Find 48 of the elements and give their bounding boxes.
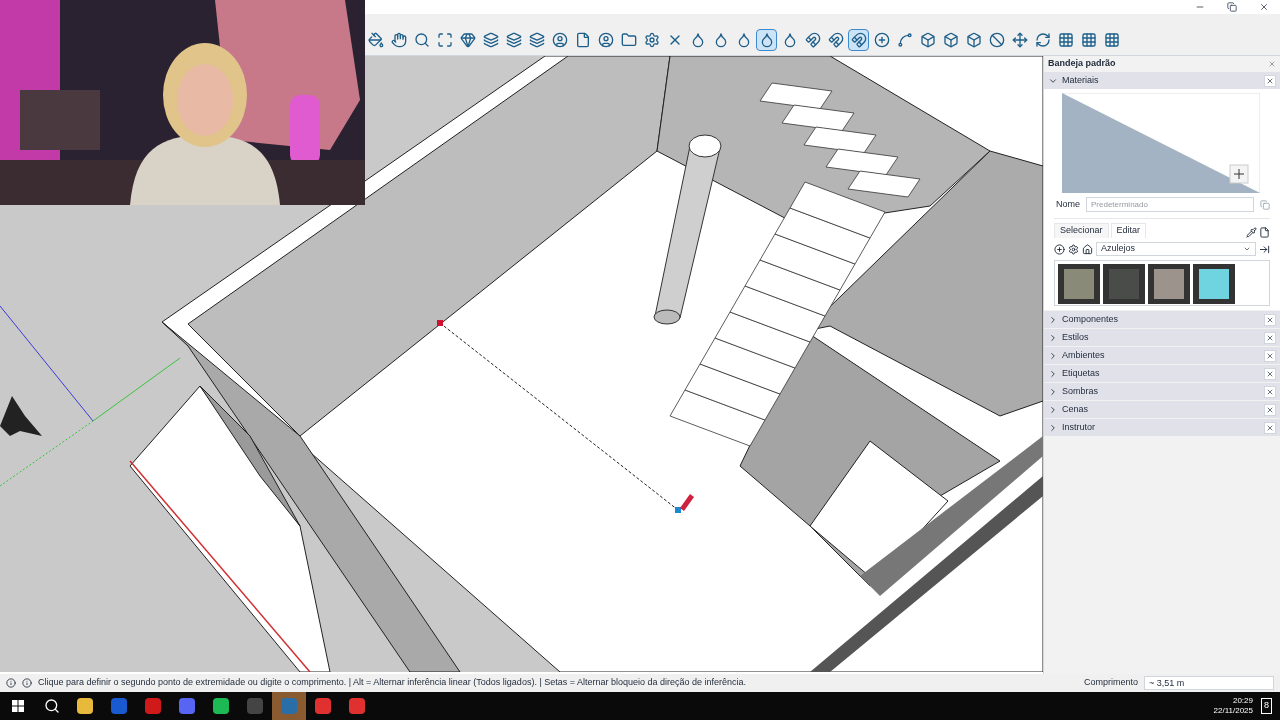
tray-title: Bandeja padrão: [1048, 57, 1116, 71]
material-swatch[interactable]: [1103, 264, 1145, 304]
notification-count[interactable]: 8: [1261, 698, 1272, 714]
end-point-marker: [675, 507, 681, 513]
section-title: Sombras: [1062, 384, 1099, 398]
search-icon[interactable]: [44, 698, 60, 714]
eyedropper-icon[interactable]: [1246, 227, 1257, 238]
section-title: Cenas: [1062, 402, 1089, 416]
file-icon[interactable]: [1259, 227, 1270, 238]
info-icon[interactable]: [22, 678, 32, 688]
status-message: Clique para definir o segundo ponto de extremidade ou digite o comprimento. | Alt = Alternar inferência linear (Todos ligados). | Setas = Alternar bloqueio da direção de inferência.: [38, 676, 747, 690]
section-header[interactable]: Cenas: [1044, 401, 1280, 418]
section-title: Ambientes: [1062, 348, 1106, 362]
section-header[interactable]: Ambientes: [1044, 347, 1280, 364]
name-label: Nome: [1055, 197, 1080, 211]
section-title: Etiquetas: [1062, 366, 1101, 380]
clock-date[interactable]: 22/11/2025: [1213, 706, 1253, 716]
section-header[interactable]: Estilos: [1044, 329, 1280, 346]
plus-icon[interactable]: [1054, 243, 1065, 255]
info-icon[interactable]: [6, 678, 16, 688]
material-swatch[interactable]: [1148, 264, 1190, 304]
clock-time[interactable]: 20:29: [1232, 696, 1253, 706]
settings-icon[interactable]: [1068, 243, 1079, 255]
material-swatch[interactable]: [1058, 264, 1100, 304]
magnet-icon[interactable]: [848, 29, 869, 51]
pencil-cursor-icon: [680, 494, 694, 511]
windows-logo-icon[interactable]: [12, 700, 24, 712]
library-dropdown[interactable]: Azulejos: [1096, 242, 1256, 256]
measure-field[interactable]: ~ 3,51 m: [1144, 676, 1274, 690]
section-header[interactable]: Componentes: [1044, 311, 1280, 328]
material-swatch[interactable]: [1193, 264, 1235, 304]
section-header[interactable]: Instrutor: [1044, 419, 1280, 436]
home-icon[interactable]: [1082, 243, 1093, 255]
arrow-icon[interactable]: [1259, 243, 1270, 255]
section-title: Instrutor: [1062, 420, 1096, 434]
section-header[interactable]: Materiais: [1044, 72, 1280, 89]
section-title: Componentes: [1062, 312, 1120, 326]
chevron-down-icon: [1243, 245, 1251, 253]
droplet-icon[interactable]: [756, 29, 777, 51]
section-header[interactable]: Etiquetas: [1044, 365, 1280, 382]
tab[interactable]: Selecionar: [1054, 223, 1109, 238]
tab[interactable]: Editar: [1110, 223, 1147, 238]
section-title: Materiais: [1062, 73, 1100, 87]
measure-label: Comprimento: [1083, 676, 1138, 690]
start-point-marker: [437, 320, 443, 326]
name-field[interactable]: Predeterminado: [1086, 197, 1254, 212]
section-title: Estilos: [1062, 330, 1090, 344]
section-header[interactable]: Sombras: [1044, 383, 1280, 400]
